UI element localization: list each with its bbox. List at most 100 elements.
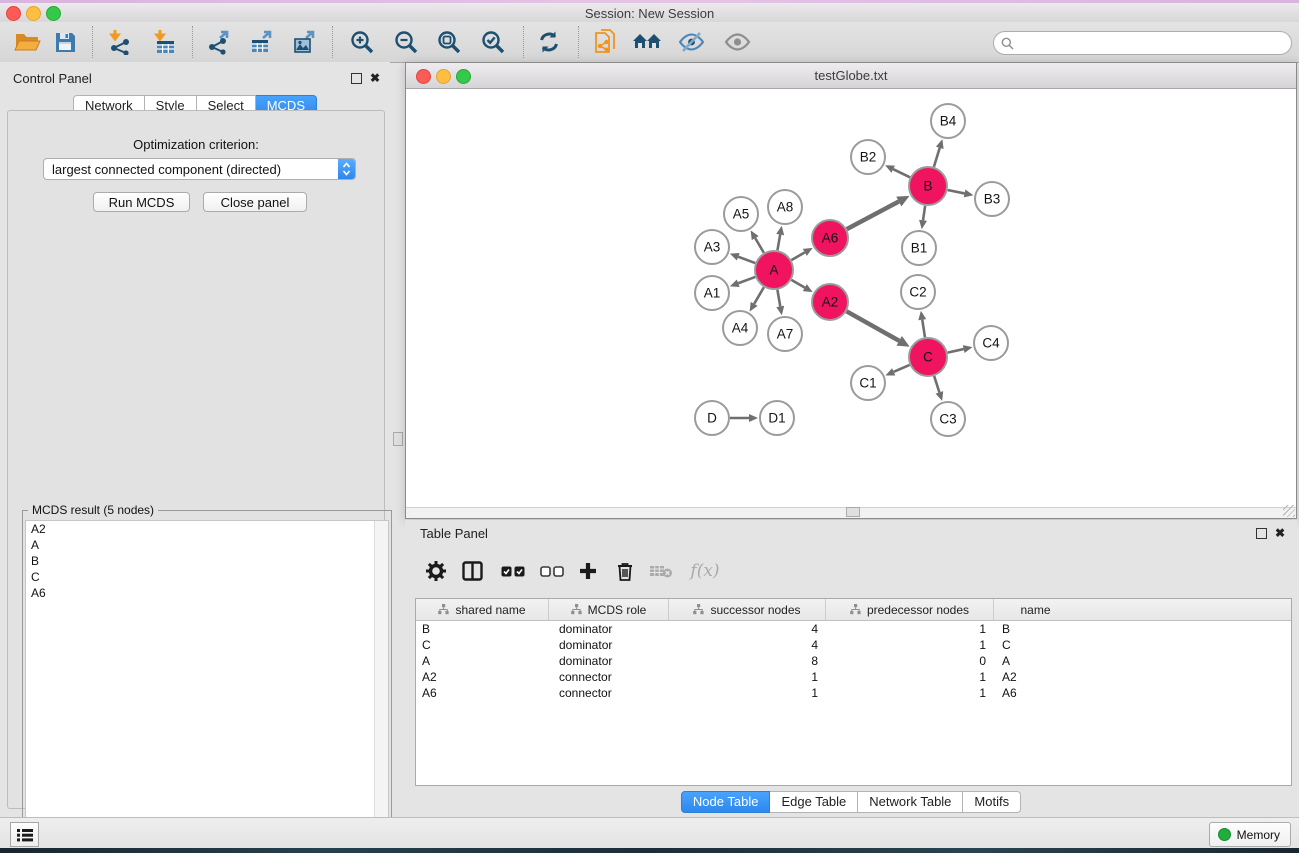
tab-edge-table[interactable]: Edge Table — [770, 791, 858, 813]
resize-gripper[interactable] — [1283, 505, 1295, 517]
graph-edge-A-A4[interactable] — [750, 287, 764, 311]
eye-slash-icon — [678, 30, 705, 54]
graph-edge-B-B1[interactable] — [919, 206, 927, 229]
graph-edge-C-C2[interactable] — [918, 311, 926, 337]
save-session-button[interactable] — [50, 28, 80, 56]
refresh-button[interactable] — [534, 28, 564, 56]
graph-edge-B-B3[interactable] — [948, 190, 974, 198]
result-item[interactable]: C — [26, 569, 388, 585]
task-history-button[interactable] — [10, 822, 39, 847]
graph-node-A3[interactable]: A3 — [695, 230, 729, 264]
close-panel-button[interactable]: Close panel — [203, 192, 307, 212]
graph-edge-A-A1[interactable] — [730, 277, 755, 287]
horizontal-sash-handle[interactable] — [846, 507, 860, 517]
graph-edge-D-D1[interactable] — [730, 414, 758, 422]
optimization-criterion-select[interactable]: largest connected component (directed) — [43, 158, 356, 180]
graph-edge-C-C4[interactable] — [948, 345, 973, 353]
graph-node-A5[interactable]: A5 — [724, 197, 758, 231]
zoom-in-button[interactable] — [347, 28, 377, 56]
graph-node-B4[interactable]: B4 — [931, 104, 965, 138]
result-item[interactable]: B — [26, 553, 388, 569]
graph-edge-A-A2[interactable] — [791, 280, 812, 292]
run-mcds-button[interactable]: Run MCDS — [93, 192, 190, 212]
column-header-successor-nodes[interactable]: successor nodes — [669, 599, 826, 620]
graph-node-C4[interactable]: C4 — [974, 326, 1008, 360]
search-input[interactable] — [1018, 35, 1283, 51]
refresh-icon — [536, 29, 562, 55]
graph-edge-A-A6[interactable] — [791, 248, 812, 260]
graph-node-B[interactable]: B — [909, 167, 947, 205]
graph-node-C[interactable]: C — [909, 338, 947, 376]
add-column-button[interactable] — [573, 557, 603, 585]
graph-node-A1[interactable]: A1 — [695, 276, 729, 310]
show-column-button[interactable] — [457, 557, 487, 585]
close-table-panel-icon[interactable]: ✖ — [1275, 528, 1285, 539]
graph-node-D1[interactable]: D1 — [760, 401, 794, 435]
import-table-button[interactable] — [150, 28, 180, 56]
show-eye-button[interactable] — [722, 28, 752, 56]
graph-edge-A6-B[interactable] — [847, 196, 910, 229]
zoom-fit-button[interactable] — [434, 28, 464, 56]
table-row[interactable]: A6connector11A6 — [416, 685, 1291, 701]
network-canvas[interactable]: A A6 A2 B C A5 A8 A3 A1A4 A7 B2 B4 B3 B1 C2 C4 C1 C3 D D1 — [406, 89, 1296, 508]
float-table-panel-icon[interactable] — [1256, 528, 1267, 539]
graph-node-C1[interactable]: C1 — [851, 366, 885, 400]
select-all-button[interactable] — [498, 557, 528, 585]
home-layout-button[interactable] — [632, 28, 662, 56]
column-header-predecessor-nodes[interactable]: predecessor nodes — [826, 599, 994, 620]
graph-node-A[interactable]: A — [755, 251, 793, 289]
result-scrollbar[interactable] — [374, 521, 388, 847]
graph-edge-A-A5[interactable] — [751, 230, 764, 252]
tab-node-table[interactable]: Node Table — [681, 791, 771, 813]
graph-edge-C-C3[interactable] — [934, 376, 943, 401]
open-file-button[interactable] — [12, 28, 42, 56]
deselect-all-button[interactable] — [537, 557, 567, 585]
table-row[interactable]: Bdominator41B — [416, 621, 1291, 637]
graph-node-A4[interactable]: A4 — [723, 311, 757, 345]
graph-node-A2[interactable]: A2 — [812, 284, 848, 320]
tab-network-table[interactable]: Network Table — [858, 791, 963, 813]
graph-node-C3[interactable]: C3 — [931, 402, 965, 436]
graph-edge-A-A8[interactable] — [776, 226, 784, 251]
graph-edge-B-B4[interactable] — [934, 139, 944, 167]
graph-edge-A-A3[interactable] — [730, 253, 755, 263]
result-item[interactable]: A2 — [26, 521, 388, 537]
zoom-out-button[interactable] — [391, 28, 421, 56]
export-table-button[interactable] — [247, 28, 277, 56]
graph-node-B1[interactable]: B1 — [902, 231, 936, 265]
graph-node-A8[interactable]: A8 — [768, 190, 802, 224]
graph-edge-A2-C[interactable] — [847, 311, 910, 346]
export-network-button[interactable] — [204, 28, 234, 56]
graph-node-B2[interactable]: B2 — [851, 140, 885, 174]
memory-button[interactable]: Memory — [1209, 822, 1291, 847]
table-row[interactable]: A2connector11A2 — [416, 669, 1291, 685]
table-row[interactable]: Cdominator41C — [416, 637, 1291, 653]
graph-node-D[interactable]: D — [695, 401, 729, 435]
close-panel-icon[interactable]: ✖ — [370, 73, 380, 84]
column-header-shared-name[interactable]: shared name — [416, 599, 549, 620]
graph-edge-B-B2[interactable] — [885, 165, 910, 177]
tab-motifs[interactable]: Motifs — [963, 791, 1021, 813]
zoom-selected-button[interactable] — [478, 28, 508, 56]
export-image-button[interactable] — [290, 28, 320, 56]
new-network-from-selection-button[interactable] — [590, 28, 620, 56]
graph-node-B3[interactable]: B3 — [975, 182, 1009, 216]
graph-edge-C-C1[interactable] — [885, 365, 909, 376]
graph-node-A6[interactable]: A6 — [812, 220, 848, 256]
result-item[interactable]: A6 — [26, 585, 388, 601]
search-icon — [1001, 37, 1014, 50]
panel-divider-handle[interactable] — [393, 432, 403, 446]
graph-node-C2[interactable]: C2 — [901, 275, 935, 309]
table-options-button[interactable] — [421, 557, 451, 585]
table-row[interactable]: Adominator80A — [416, 653, 1291, 669]
graph-edge-A-A7[interactable] — [776, 290, 784, 316]
network-window-titlebar[interactable]: testGlobe.txt — [406, 63, 1296, 89]
column-header-name[interactable]: name — [994, 599, 1077, 620]
result-item[interactable]: A — [26, 537, 388, 553]
hide-selected-button[interactable] — [676, 28, 706, 56]
float-panel-icon[interactable] — [351, 73, 362, 84]
delete-column-button[interactable] — [610, 557, 640, 585]
column-header-MCDS-role[interactable]: MCDS role — [549, 599, 669, 620]
import-network-button[interactable] — [105, 28, 135, 56]
graph-node-A7[interactable]: A7 — [768, 317, 802, 351]
